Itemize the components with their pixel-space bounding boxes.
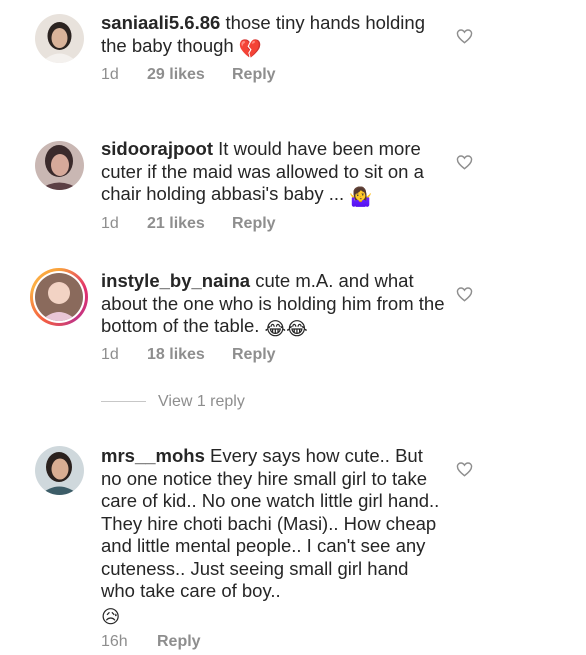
comment-username[interactable]: sidoorajpoot <box>101 138 213 159</box>
avatar <box>35 273 83 321</box>
comment-username[interactable]: mrs__mohs <box>101 445 205 466</box>
heart-outline-icon[interactable] <box>456 286 473 302</box>
reply-button[interactable]: Reply <box>232 66 276 84</box>
comment-meta: 16h Reply <box>101 633 201 651</box>
avatar[interactable] <box>35 14 84 63</box>
comment-time: 1d <box>101 346 119 363</box>
heart-outline-icon[interactable] <box>456 154 473 170</box>
comment-username[interactable]: saniaali5.6.86 <box>101 12 220 33</box>
replies-divider <box>101 401 146 403</box>
comment-likes[interactable]: 21 likes <box>147 215 232 233</box>
comment-meta: 1d 21 likes Reply <box>101 215 276 233</box>
comment-text: saniaali5.6.86 those tiny hands holding … <box>101 12 446 60</box>
reply-button[interactable]: Reply <box>157 633 201 651</box>
comment-text: mrs__mohs Every says how cute.. But no o… <box>101 445 446 628</box>
tears-of-joy-icon: 😂😂 <box>264 318 308 339</box>
heart-outline-icon[interactable] <box>456 28 473 44</box>
comment-text: sidoorajpoot It would have been more cut… <box>101 138 446 209</box>
avatar-story-ring[interactable] <box>30 268 88 326</box>
comment-likes[interactable]: 29 likes <box>147 66 232 84</box>
view-replies-label: View 1 reply <box>158 393 245 410</box>
avatar[interactable] <box>35 141 84 190</box>
comment-time: 16h <box>101 633 128 650</box>
reply-button[interactable]: Reply <box>232 346 276 364</box>
avatar[interactable] <box>35 446 84 495</box>
view-replies-button[interactable]: View 1 reply <box>101 393 245 411</box>
reply-button[interactable]: Reply <box>232 215 276 233</box>
comment-body: Every says how cute.. But no one notice … <box>101 445 440 601</box>
comment-text: instyle_by_naina cute m.A. and what abou… <box>101 270 446 341</box>
heart-outline-icon[interactable] <box>456 461 473 477</box>
broken-heart-icon: 💔 <box>238 37 262 59</box>
comment-likes[interactable]: 18 likes <box>147 346 232 364</box>
comment-time: 1d <box>101 215 119 232</box>
comment-username[interactable]: instyle_by_naina <box>101 270 250 291</box>
sad-face-icon: 😥 <box>101 605 121 627</box>
comment-meta: 1d 18 likes Reply <box>101 346 276 364</box>
person-shrugging-icon: 🤷‍♀️ <box>349 186 373 207</box>
comment-meta: 1d 29 likes Reply <box>101 66 276 84</box>
comment-time: 1d <box>101 66 119 83</box>
